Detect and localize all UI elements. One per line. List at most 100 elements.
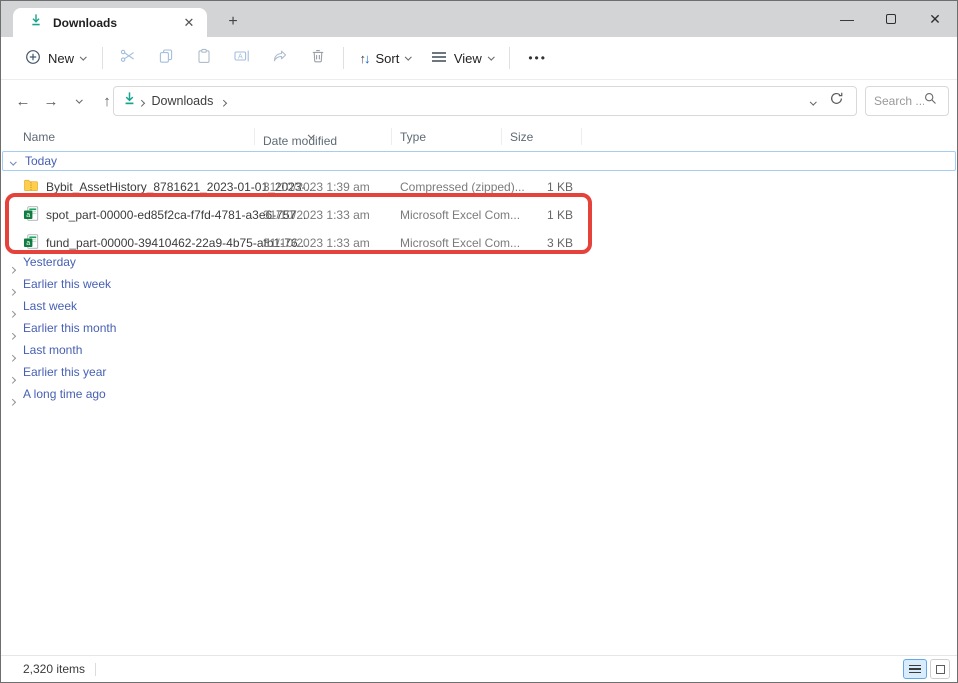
new-button[interactable]: New: [15, 42, 96, 74]
file-row-spot[interactable]: a spot_part-00000-ed85f2ca-f7fd-4781-a3e…: [1, 201, 957, 227]
chevron-down-icon: [11, 152, 16, 170]
chevron-right-icon: [10, 391, 15, 409]
search-box[interactable]: [865, 86, 949, 116]
navigation-bar: ← → ↑ Downloads: [1, 80, 957, 123]
excel-csv-icon: a: [23, 206, 39, 224]
group-header-last-month[interactable]: Last month: [1, 339, 957, 361]
file-list: Today Bybit_AssetHistory_8781621_2023-01…: [1, 149, 957, 655]
more-options-button[interactable]: •••: [516, 51, 559, 65]
column-header-row: Name Date modified Type Size: [1, 125, 957, 149]
status-divider: [95, 663, 96, 676]
group-header-last-week[interactable]: Last week: [1, 295, 957, 317]
excel-csv-icon: a: [23, 234, 39, 252]
sort-arrows-icon: ↑↓: [360, 51, 369, 66]
minimize-button[interactable]: —: [825, 1, 869, 37]
new-tab-button[interactable]: +: [221, 10, 245, 34]
download-icon: [29, 13, 43, 32]
recent-locations-button[interactable]: [65, 88, 93, 116]
plus-circle-icon: [25, 49, 41, 68]
toolbar-divider: [102, 47, 103, 69]
chevron-right-icon: [139, 92, 144, 110]
toolbar-divider: [343, 47, 344, 69]
search-input[interactable]: [874, 94, 924, 108]
zip-folder-icon: [23, 178, 39, 196]
address-dropdown-button[interactable]: [811, 92, 816, 110]
file-explorer-window: Downloads ✕ + — ✕ New: [0, 0, 958, 683]
large-icons-view-button[interactable]: [930, 659, 950, 679]
maximize-button[interactable]: [869, 1, 913, 37]
group-header-yesterday[interactable]: Yesterday: [1, 251, 957, 273]
forward-button[interactable]: →: [37, 88, 65, 116]
group-header-a-long-time-ago[interactable]: A long time ago: [1, 383, 957, 405]
new-button-label: New: [48, 51, 74, 66]
group-header-earlier-this-week[interactable]: Earlier this week: [1, 273, 957, 295]
svg-text:a: a: [26, 212, 30, 219]
group-header-earlier-this-year[interactable]: Earlier this year: [1, 361, 957, 383]
chevron-down-icon: [76, 97, 82, 103]
ellipsis-icon: •••: [528, 51, 547, 65]
view-button[interactable]: View: [421, 42, 503, 74]
tab-downloads[interactable]: Downloads ✕: [13, 8, 207, 37]
file-size-cell: 1 KB: [501, 208, 573, 222]
command-toolbar: New A: [1, 37, 957, 80]
details-view-button[interactable]: [903, 659, 927, 679]
tab-label: Downloads: [53, 16, 179, 30]
column-divider[interactable]: [501, 128, 502, 145]
rename-icon: A: [234, 48, 250, 69]
rename-button[interactable]: A: [223, 42, 261, 74]
view-toggles: [903, 659, 950, 679]
file-size-cell: 1 KB: [501, 180, 573, 194]
sort-button-label: Sort: [376, 51, 400, 66]
column-divider[interactable]: [391, 128, 392, 145]
column-type[interactable]: Type: [400, 130, 426, 144]
column-date-modified[interactable]: Date modified: [263, 134, 337, 148]
group-header-earlier-this-month[interactable]: Earlier this month: [1, 317, 957, 339]
group-header-today[interactable]: Today: [2, 151, 956, 171]
address-bar[interactable]: Downloads: [113, 86, 857, 116]
title-bar: Downloads ✕ + — ✕: [1, 1, 957, 37]
group-label: A long time ago: [23, 387, 106, 401]
file-row-zip[interactable]: Bybit_AssetHistory_8781621_2023-01-01_20…: [1, 173, 957, 199]
column-divider[interactable]: [254, 128, 255, 145]
paste-button[interactable]: [185, 42, 223, 74]
group-label: Last month: [23, 343, 82, 357]
toolbar-divider: [509, 47, 510, 69]
search-icon: [924, 92, 937, 110]
items-count: 2,320 items: [23, 662, 85, 676]
refresh-button[interactable]: [829, 91, 844, 111]
clipboard-icon: [196, 48, 212, 69]
view-button-label: View: [454, 51, 482, 66]
group-label: Earlier this month: [23, 321, 116, 335]
file-size-cell: 3 KB: [501, 236, 573, 250]
chevron-down-icon: [810, 98, 816, 104]
download-icon: [122, 91, 137, 111]
group-label: Earlier this week: [23, 277, 111, 291]
copy-icon: [158, 48, 174, 69]
column-divider[interactable]: [581, 128, 582, 145]
trash-icon: [310, 48, 326, 69]
tab-close-icon[interactable]: ✕: [179, 13, 199, 33]
file-date-cell: 31/10/2023 1:33 am: [263, 208, 370, 222]
sort-button[interactable]: ↑↓ Sort: [350, 42, 421, 74]
chevron-down-icon: [488, 53, 494, 59]
share-icon: [272, 48, 288, 69]
group-label: Today: [25, 154, 57, 168]
back-button[interactable]: ←: [9, 88, 37, 116]
delete-button[interactable]: [299, 42, 337, 74]
chevron-down-icon: [405, 53, 411, 59]
file-date-cell: 31/10/2023 1:39 am: [263, 180, 370, 194]
group-label: Last week: [23, 299, 77, 313]
view-list-icon: [431, 50, 447, 67]
copy-button[interactable]: [147, 42, 185, 74]
column-name[interactable]: Name: [23, 130, 55, 144]
column-size[interactable]: Size: [510, 130, 533, 144]
status-bar: 2,320 items: [1, 655, 957, 682]
breadcrumb-downloads[interactable]: Downloads: [146, 94, 220, 108]
scissors-icon: [120, 48, 136, 69]
svg-text:a: a: [26, 240, 30, 247]
close-button[interactable]: ✕: [913, 1, 957, 37]
cut-button[interactable]: [109, 42, 147, 74]
chevron-right-icon: [221, 92, 226, 110]
window-controls: — ✕: [825, 1, 957, 37]
share-button[interactable]: [261, 42, 299, 74]
